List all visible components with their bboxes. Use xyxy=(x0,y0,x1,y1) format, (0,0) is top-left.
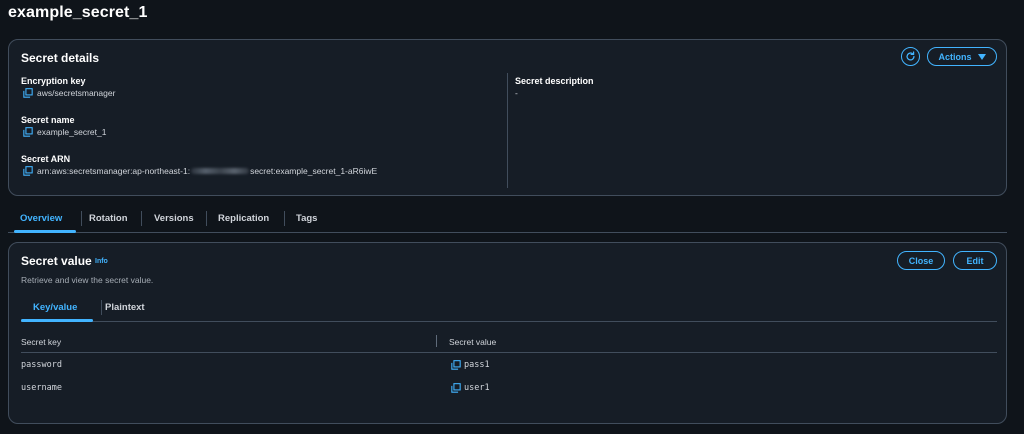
secret-key-cell: username xyxy=(21,383,62,393)
secret-key-cell: password xyxy=(21,360,62,370)
edit-button[interactable]: Edit xyxy=(953,251,997,270)
column-resize-handle[interactable] xyxy=(436,335,437,347)
tab-separator xyxy=(284,211,285,226)
secret-arn-prefix: arn:aws:secretsmanager:ap-northeast-1: xyxy=(37,166,191,176)
secret-arn-suffix: secret:example_secret_1-aR6iwE xyxy=(250,166,378,176)
secret-value-text: user1 xyxy=(464,383,490,393)
secret-value-panel: Secret value Info Retrieve and view the … xyxy=(8,242,1007,424)
caret-down-icon xyxy=(977,53,986,60)
secret-arn-value: arn:aws:secretsmanager:ap-northeast-1: se… xyxy=(23,166,377,176)
tab-plaintext[interactable]: Plaintext xyxy=(105,302,145,313)
secret-description-label: Secret description xyxy=(515,76,594,86)
secret-value-tabs: Key/value Plaintext xyxy=(21,295,997,322)
copy-icon[interactable] xyxy=(23,88,33,98)
refresh-button[interactable] xyxy=(901,47,920,66)
tab-separator xyxy=(101,300,102,315)
secret-value-cell: user1 xyxy=(451,383,490,393)
tab-separator xyxy=(141,211,142,226)
secret-tabs: Overview Rotation Versions Replication T… xyxy=(8,207,1007,233)
active-tab-indicator xyxy=(14,230,76,233)
copy-icon[interactable] xyxy=(23,166,33,176)
active-inner-tab-indicator xyxy=(21,319,93,322)
copy-icon[interactable] xyxy=(23,127,33,137)
actions-button[interactable]: Actions xyxy=(927,47,997,66)
tab-rotation[interactable]: Rotation xyxy=(89,213,128,224)
secret-details-panel: Secret details Actions Encryption key aw… xyxy=(8,39,1007,196)
encryption-key-value: aws/secretsmanager xyxy=(23,88,115,98)
secret-name-value: example_secret_1 xyxy=(23,127,106,137)
tab-overview[interactable]: Overview xyxy=(20,213,62,224)
table-row: username user1 xyxy=(21,377,997,400)
column-header-secret-key[interactable]: Secret key xyxy=(21,337,61,347)
secret-value-cell: pass1 xyxy=(451,360,490,370)
secret-arn-label: Secret ARN xyxy=(21,154,71,164)
secret-value-title: Secret value xyxy=(21,254,92,268)
encryption-key-text: aws/secretsmanager xyxy=(37,88,116,98)
column-header-secret-value[interactable]: Secret value xyxy=(449,337,496,347)
actions-button-label: Actions xyxy=(938,51,972,62)
encryption-key-label: Encryption key xyxy=(21,76,86,86)
close-button[interactable]: Close xyxy=(897,251,945,270)
tab-separator xyxy=(81,211,82,226)
secret-details-title: Secret details xyxy=(21,51,100,65)
refresh-icon xyxy=(906,51,915,61)
tab-key-value[interactable]: Key/value xyxy=(33,302,77,313)
secret-name-label: Secret name xyxy=(21,115,75,125)
table-row: password pass1 xyxy=(21,354,997,377)
page-title: example_secret_1 xyxy=(8,4,148,21)
copy-icon[interactable] xyxy=(451,360,461,370)
secret-value-subtitle: Retrieve and view the secret value. xyxy=(21,275,154,285)
tab-separator xyxy=(206,211,207,226)
edit-button-label: Edit xyxy=(966,255,984,266)
details-column-divider xyxy=(507,73,508,188)
tab-tags[interactable]: Tags xyxy=(296,213,317,224)
close-button-label: Close xyxy=(908,255,934,266)
secret-table-header: Secret key Secret value xyxy=(21,332,997,353)
tab-versions[interactable]: Versions xyxy=(154,213,194,224)
copy-icon[interactable] xyxy=(451,383,461,393)
secret-value-text: pass1 xyxy=(464,360,490,370)
secret-arn-text: arn:aws:secretsmanager:ap-northeast-1: se… xyxy=(37,166,377,176)
secret-description-value: - xyxy=(515,88,518,98)
secret-name-text: example_secret_1 xyxy=(37,127,107,137)
redacted-account-id xyxy=(191,168,250,174)
info-link[interactable]: Info xyxy=(95,258,108,265)
tab-replication[interactable]: Replication xyxy=(218,213,269,224)
